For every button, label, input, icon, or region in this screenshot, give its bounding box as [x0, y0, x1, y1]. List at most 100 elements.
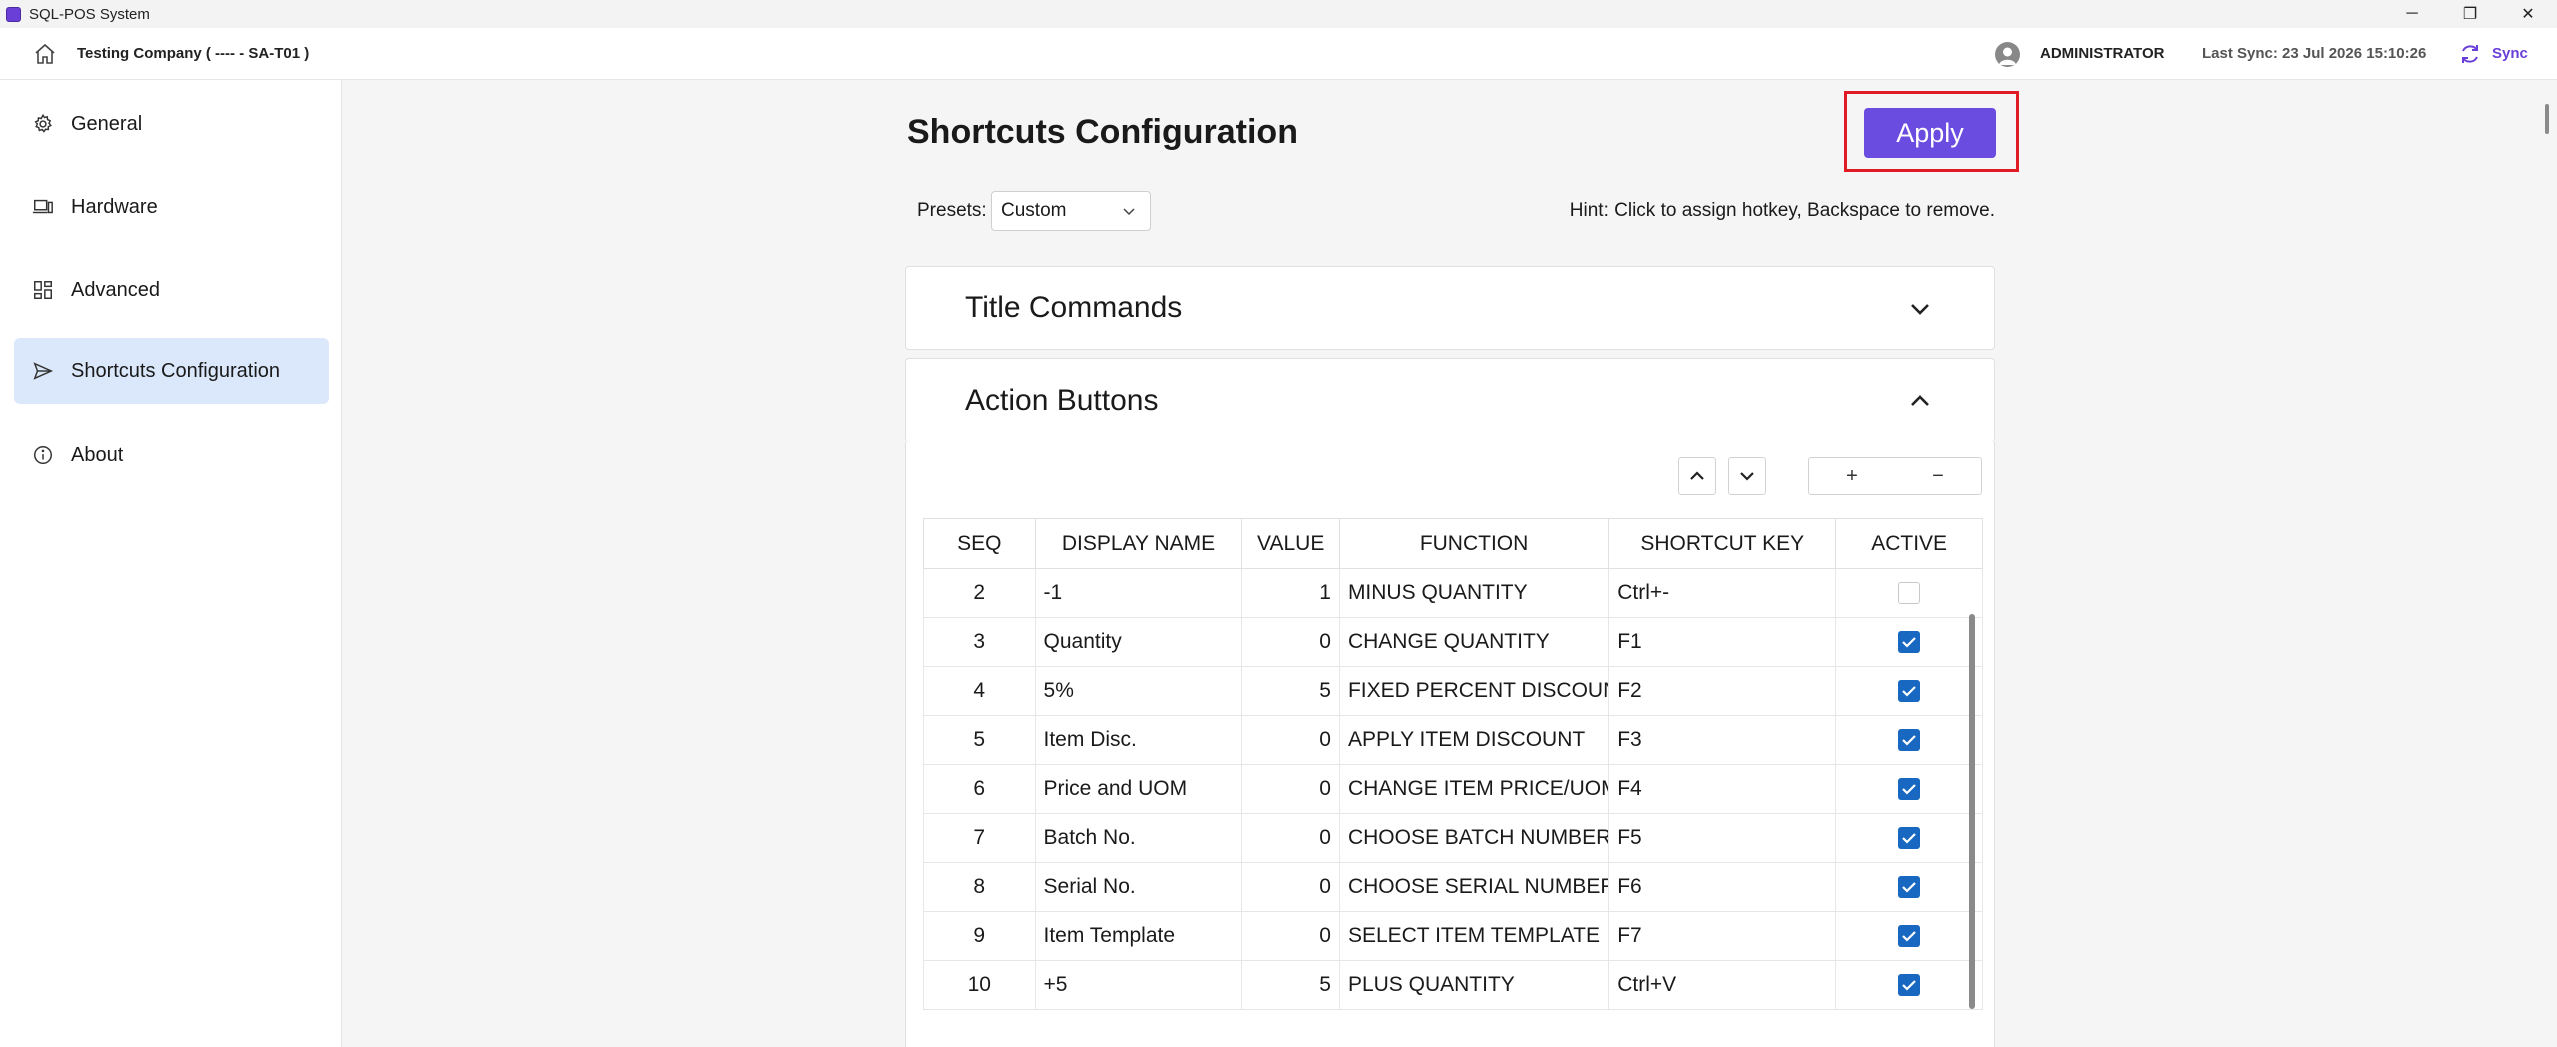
cell-display-name[interactable]: Serial No.: [1034, 862, 1243, 912]
table-scrollbar[interactable]: [1969, 614, 1975, 1009]
sidebar-item-shortcuts-configuration[interactable]: Shortcuts Configuration: [14, 338, 329, 404]
column-header-seq[interactable]: SEQ: [923, 518, 1036, 569]
cell-seq[interactable]: 5: [923, 715, 1036, 765]
cell-shortcut-key[interactable]: F4: [1608, 764, 1837, 814]
user-avatar-icon[interactable]: [1995, 42, 2020, 67]
cell-display-name[interactable]: 5%: [1034, 666, 1243, 716]
add-row-button[interactable]: +: [1809, 458, 1895, 494]
cell-seq[interactable]: 6: [923, 764, 1036, 814]
sidebar-item-label: About: [71, 443, 124, 466]
table-row[interactable]: 2 -1 1 MINUS QUANTITY Ctrl+-: [923, 568, 1983, 618]
sync-button[interactable]: Sync: [2492, 45, 2528, 62]
cell-function[interactable]: PLUS QUANTITY: [1338, 960, 1610, 1010]
cell-seq[interactable]: 4: [923, 666, 1036, 716]
page-scrollbar[interactable]: [2545, 104, 2549, 134]
table-row[interactable]: 3 Quantity 0 CHANGE QUANTITY F1: [923, 617, 1983, 667]
cell-display-name[interactable]: +5: [1034, 960, 1243, 1010]
apply-button[interactable]: Apply: [1864, 108, 1996, 158]
cell-display-name[interactable]: -1: [1034, 568, 1243, 618]
cell-seq[interactable]: 8: [923, 862, 1036, 912]
panel-title-commands[interactable]: Title Commands: [905, 266, 1995, 350]
move-up-button[interactable]: [1678, 457, 1716, 495]
cell-shortcut-key[interactable]: F5: [1608, 813, 1837, 863]
cell-shortcut-key[interactable]: Ctrl+-: [1608, 568, 1837, 618]
active-checkbox[interactable]: [1898, 631, 1921, 654]
cell-function[interactable]: APPLY ITEM DISCOUNT: [1338, 715, 1610, 765]
cell-shortcut-key[interactable]: F1: [1608, 617, 1837, 667]
panel-title: Title Commands: [965, 291, 1183, 324]
minimize-button[interactable]: ─: [2383, 0, 2441, 28]
table-row[interactable]: 7 Batch No. 0 CHOOSE BATCH NUMBER F5: [923, 813, 1983, 863]
column-header-value[interactable]: VALUE: [1241, 518, 1340, 569]
cell-function[interactable]: CHOOSE SERIAL NUMBER: [1338, 862, 1610, 912]
cell-value[interactable]: 0: [1241, 715, 1340, 765]
column-header-active[interactable]: ACTIVE: [1835, 518, 1983, 569]
user-name[interactable]: ADMINISTRATOR: [2040, 45, 2164, 62]
table-row[interactable]: 5 Item Disc. 0 APPLY ITEM DISCOUNT F3: [923, 715, 1983, 765]
cell-value[interactable]: 0: [1241, 911, 1340, 961]
cell-function[interactable]: CHANGE ITEM PRICE/UOM: [1338, 764, 1610, 814]
active-checkbox[interactable]: [1898, 974, 1921, 997]
cell-function[interactable]: CHANGE QUANTITY: [1338, 617, 1610, 667]
presets-dropdown[interactable]: Custom: [991, 191, 1151, 231]
active-checkbox[interactable]: [1898, 827, 1921, 850]
cell-seq[interactable]: 9: [923, 911, 1036, 961]
company-name: Testing Company ( ---- - SA-T01 ): [77, 45, 310, 62]
cell-display-name[interactable]: Batch No.: [1034, 813, 1243, 863]
active-checkbox[interactable]: [1898, 582, 1921, 605]
table-row[interactable]: 10 +5 5 PLUS QUANTITY Ctrl+V: [923, 960, 1983, 1010]
table-row[interactable]: 9 Item Template 0 SELECT ITEM TEMPLATE F7: [923, 911, 1983, 961]
cell-seq[interactable]: 7: [923, 813, 1036, 863]
move-down-button[interactable]: [1728, 457, 1766, 495]
column-header-shortcut-key[interactable]: SHORTCUT KEY: [1608, 518, 1837, 569]
active-checkbox[interactable]: [1898, 876, 1921, 899]
active-checkbox[interactable]: [1898, 680, 1921, 703]
table-row[interactable]: 6 Price and UOM 0 CHANGE ITEM PRICE/UOM F4: [923, 764, 1983, 814]
grid-icon: [34, 281, 52, 299]
cell-value[interactable]: 5: [1241, 960, 1340, 1010]
chevron-down-icon[interactable]: [1909, 298, 1931, 320]
cell-function[interactable]: CHOOSE BATCH NUMBER: [1338, 813, 1610, 863]
close-button[interactable]: ✕: [2499, 0, 2557, 28]
cell-display-name[interactable]: Item Template: [1034, 911, 1243, 961]
active-checkbox[interactable]: [1898, 778, 1921, 801]
cell-value[interactable]: 5: [1241, 666, 1340, 716]
active-checkbox[interactable]: [1898, 729, 1921, 752]
cell-seq[interactable]: 10: [923, 960, 1036, 1010]
send-icon: [33, 362, 54, 380]
panel-action-buttons[interactable]: Action Buttons: [905, 358, 1995, 442]
column-header-function[interactable]: FUNCTION: [1338, 518, 1610, 569]
cell-display-name[interactable]: Quantity: [1034, 617, 1243, 667]
cell-shortcut-key[interactable]: F2: [1608, 666, 1837, 716]
cell-shortcut-key[interactable]: F6: [1608, 862, 1837, 912]
cell-display-name[interactable]: Item Disc.: [1034, 715, 1243, 765]
sidebar-item-about[interactable]: About: [14, 422, 329, 488]
remove-row-button[interactable]: −: [1895, 458, 1981, 494]
cell-shortcut-key[interactable]: Ctrl+V: [1608, 960, 1837, 1010]
hardware-icon: [32, 199, 53, 214]
restore-button[interactable]: ❐: [2441, 0, 2499, 28]
cell-shortcut-key[interactable]: F7: [1608, 911, 1837, 961]
cell-seq[interactable]: 3: [923, 617, 1036, 667]
cell-value[interactable]: 1: [1241, 568, 1340, 618]
table-row[interactable]: 4 5% 5 FIXED PERCENT DISCOUNT F2: [923, 666, 1983, 716]
sync-icon[interactable]: [2458, 42, 2482, 66]
sidebar-item-advanced[interactable]: Advanced: [14, 257, 329, 323]
cell-seq[interactable]: 2: [923, 568, 1036, 618]
column-header-display-name[interactable]: DISPLAY NAME: [1034, 518, 1243, 569]
home-icon[interactable]: [33, 42, 57, 66]
cell-value[interactable]: 0: [1241, 764, 1340, 814]
cell-shortcut-key[interactable]: F3: [1608, 715, 1837, 765]
sidebar-item-hardware[interactable]: Hardware: [14, 174, 329, 240]
cell-function[interactable]: SELECT ITEM TEMPLATE: [1338, 911, 1610, 961]
table-row[interactable]: 8 Serial No. 0 CHOOSE SERIAL NUMBER F6: [923, 862, 1983, 912]
cell-display-name[interactable]: Price and UOM: [1034, 764, 1243, 814]
cell-function[interactable]: FIXED PERCENT DISCOUNT: [1338, 666, 1610, 716]
chevron-up-icon[interactable]: [1909, 390, 1931, 412]
cell-function[interactable]: MINUS QUANTITY: [1338, 568, 1610, 618]
cell-value[interactable]: 0: [1241, 813, 1340, 863]
active-checkbox[interactable]: [1898, 925, 1921, 948]
cell-value[interactable]: 0: [1241, 617, 1340, 667]
sidebar-item-general[interactable]: General: [14, 91, 329, 157]
cell-value[interactable]: 0: [1241, 862, 1340, 912]
